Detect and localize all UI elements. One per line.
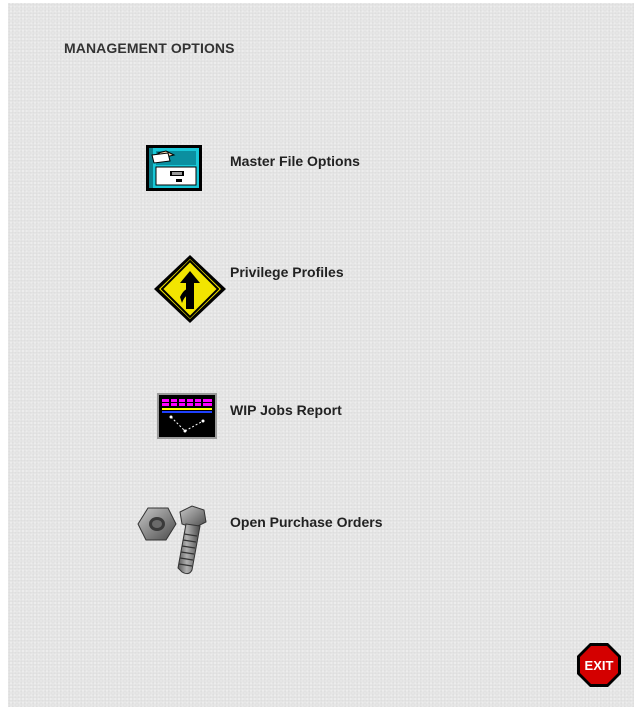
wip-jobs-report-button[interactable]: WIP Jobs Report	[157, 393, 387, 443]
page-title: MANAGEMENT OPTIONS	[64, 40, 235, 56]
management-options-panel: MANAGEMENT OPTIONS Master File Options P…	[8, 3, 634, 707]
exit-label: EXIT	[585, 658, 614, 673]
master-file-options-label: Master File Options	[230, 153, 360, 169]
privilege-profiles-label: Privilege Profiles	[230, 264, 344, 280]
wip-jobs-report-label: WIP Jobs Report	[230, 402, 342, 418]
stop-sign-icon: EXIT	[577, 643, 621, 687]
filing-cabinet-icon	[144, 143, 206, 198]
exit-button[interactable]: EXIT	[575, 641, 623, 689]
open-purchase-orders-label: Open Purchase Orders	[230, 514, 383, 530]
master-file-options-button[interactable]: Master File Options	[144, 143, 404, 193]
open-purchase-orders-button[interactable]: Open Purchase Orders	[134, 502, 434, 576]
merge-sign-icon	[150, 253, 228, 332]
privilege-profiles-button[interactable]: Privilege Profiles	[150, 253, 390, 327]
report-chart-icon	[157, 393, 217, 444]
nut-bolt-icon	[134, 502, 226, 583]
